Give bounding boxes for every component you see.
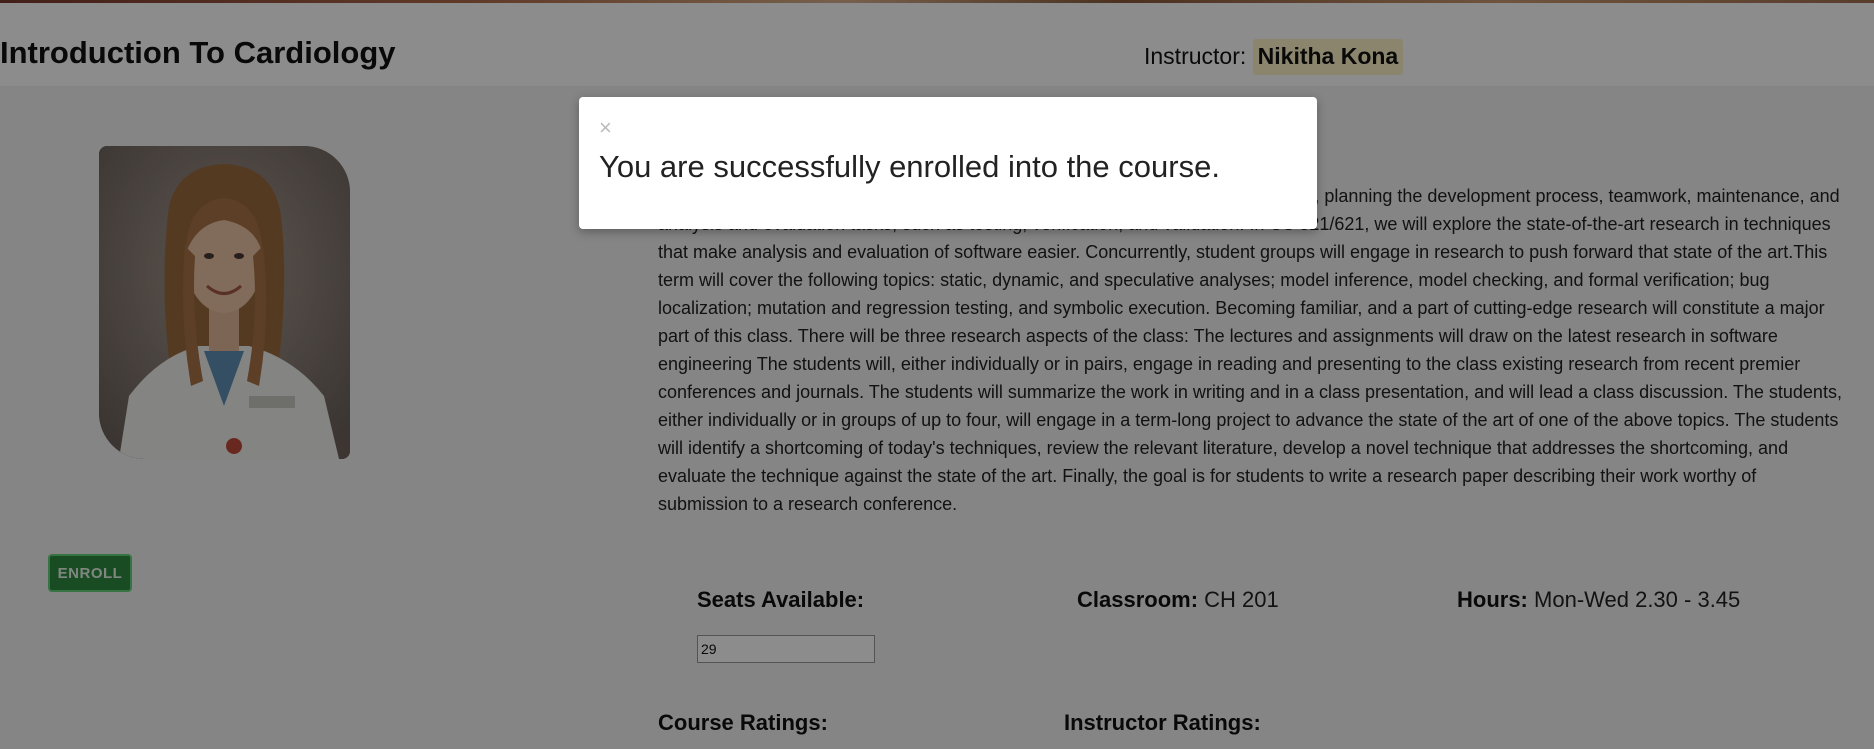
close-icon[interactable]: × (599, 117, 612, 139)
modal-message: You are successfully enrolled into the c… (599, 149, 1220, 184)
course-page: Introduction To Cardiology Instructor: N… (0, 0, 1874, 749)
enrollment-success-modal: × You are successfully enrolled into the… (579, 97, 1317, 229)
